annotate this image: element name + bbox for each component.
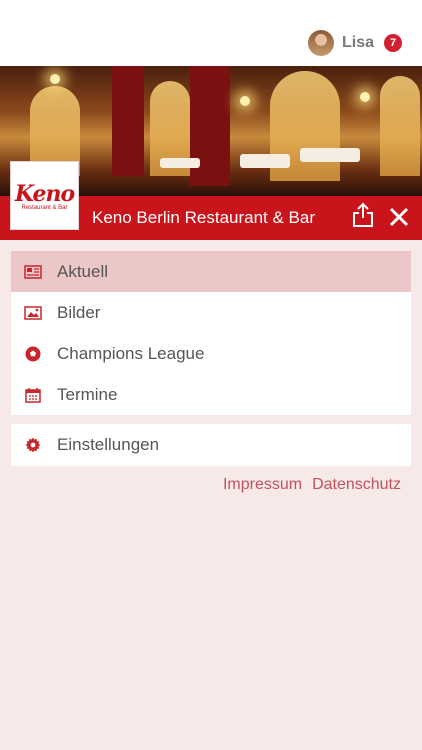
menu-item-bilder[interactable]: Bilder [11,292,411,333]
image-icon [24,304,42,322]
share-icon[interactable] [352,202,374,228]
soccer-ball-icon [24,345,42,363]
menu-item-label: Termine [57,384,118,404]
menu-item-label: Champions League [57,343,205,363]
settings-menu: Einstellungen [11,424,411,466]
footer-links: Impressum Datenschutz [223,476,401,494]
menu-item-label: Einstellungen [57,435,160,454]
menu-item-einstellungen[interactable]: Einstellungen [11,424,411,466]
logo-word: Keno [14,180,75,207]
user-profile[interactable]: Lisa 7 [307,30,402,56]
notification-badge[interactable]: 7 [384,34,402,52]
impressum-link[interactable]: Impressum [223,476,302,494]
business-name: Keno Berlin Restaurant & Bar [92,208,316,227]
menu-item-label: Bilder [57,302,101,322]
newspaper-icon [24,263,42,281]
main-menu: Aktuell Bilder Champions League Termine [11,251,411,415]
top-bar: Lisa 7 [0,0,422,66]
menu-item-aktuell[interactable]: Aktuell [11,251,411,292]
username[interactable]: Lisa [342,34,374,52]
close-icon[interactable] [388,206,410,228]
calendar-icon [24,386,42,404]
business-logo: Keno Restaurant & Bar [10,161,79,230]
datenschutz-link[interactable]: Datenschutz [312,476,401,494]
gear-icon [24,436,42,454]
menu-item-termine[interactable]: Termine [11,374,411,415]
menu-item-champions-league[interactable]: Champions League [11,333,411,374]
avatar[interactable] [307,30,334,56]
menu-item-label: Aktuell [57,261,109,281]
logo-subtitle: Restaurant & Bar [21,204,68,211]
